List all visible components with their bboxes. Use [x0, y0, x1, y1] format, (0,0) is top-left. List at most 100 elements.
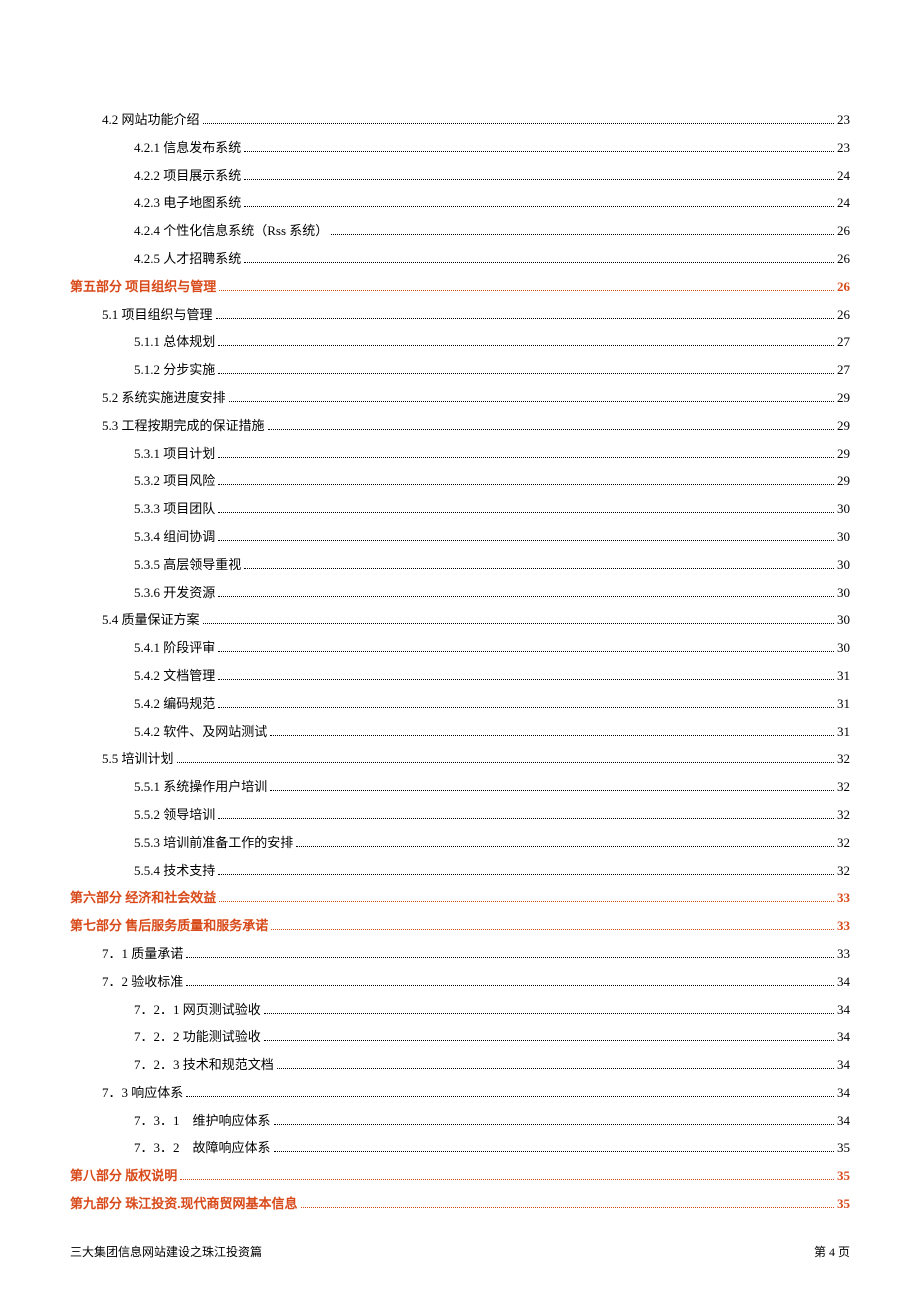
toc-label: 5.3.2 项目风险	[134, 471, 215, 492]
toc-label: 5.5.4 技术支持	[134, 861, 215, 882]
toc-leader-dots	[244, 198, 834, 207]
toc-entry[interactable]: 7．3 响应体系34	[70, 1083, 850, 1104]
toc-leader-dots	[218, 865, 834, 874]
toc-entry[interactable]: 7．1 质量承诺33	[70, 944, 850, 965]
toc-page-number: 33	[837, 888, 850, 909]
toc-leader-dots	[203, 115, 834, 124]
toc-label: 7．2．1 网页测试验收	[134, 1000, 261, 1021]
toc-label: 4.2.1 信息发布系统	[134, 138, 241, 159]
toc-entry[interactable]: 7．2．1 网页测试验收34	[70, 1000, 850, 1021]
toc-label: 5.1.1 总体规划	[134, 332, 215, 353]
toc-page-number: 32	[837, 777, 850, 798]
toc-entry[interactable]: 第九部分 珠江投资.现代商贸网基本信息35	[70, 1194, 850, 1215]
toc-label: 5.2 系统实施进度安排	[102, 388, 226, 409]
toc-entry[interactable]: 5.5.2 领导培训32	[70, 805, 850, 826]
toc-leader-dots	[244, 171, 834, 180]
toc-label: 7．3．2 故障响应体系	[134, 1138, 271, 1159]
toc-page-number: 30	[837, 610, 850, 631]
toc-entry[interactable]: 7．3．2 故障响应体系 35	[70, 1138, 850, 1159]
toc-label: 7．1 质量承诺	[102, 944, 183, 965]
toc-entry[interactable]: 第八部分 版权说明35	[70, 1166, 850, 1187]
toc-leader-dots	[219, 282, 834, 291]
toc-page-number: 31	[837, 666, 850, 687]
toc-entry[interactable]: 第七部分 售后服务质量和服务承诺 33	[70, 916, 850, 937]
toc-entry[interactable]: 5.3 工程按期完成的保证措施29	[70, 416, 850, 437]
toc-leader-dots	[277, 1060, 834, 1069]
toc-entry[interactable]: 5.5.3 培训前准备工作的安排32	[70, 833, 850, 854]
toc-entry[interactable]: 5.3.3 项目团队30	[70, 499, 850, 520]
toc-label: 5.3.4 组间协调	[134, 527, 215, 548]
toc-label: 5.4.2 文档管理	[134, 666, 215, 687]
toc-page-number: 34	[837, 1083, 850, 1104]
toc-leader-dots	[203, 615, 834, 624]
toc-entry[interactable]: 5.4.1 阶段评审30	[70, 638, 850, 659]
toc-entry[interactable]: 7．2 验收标准34	[70, 972, 850, 993]
toc-leader-dots	[331, 226, 834, 235]
toc-entry[interactable]: 5.2 系统实施进度安排 29	[70, 388, 850, 409]
toc-label: 第八部分 版权说明	[70, 1166, 177, 1187]
toc-entry[interactable]: 5.3.5 高层领导重视30	[70, 555, 850, 576]
toc-page-number: 32	[837, 861, 850, 882]
toc-leader-dots	[218, 587, 834, 596]
toc-page-number: 24	[837, 193, 850, 214]
toc-label: 5.4.2 软件、及网站测试	[134, 722, 267, 743]
toc-leader-dots	[264, 1004, 834, 1013]
toc-entry[interactable]: 4.2 网站功能介绍23	[70, 110, 850, 131]
table-of-contents: 4.2 网站功能介绍234.2.1 信息发布系统234.2.2 项目展示系统24…	[70, 110, 850, 1215]
toc-label: 4.2.3 电子地图系统	[134, 193, 241, 214]
toc-entry[interactable]: 第六部分 经济和社会效益33	[70, 888, 850, 909]
toc-page-number: 29	[837, 388, 850, 409]
toc-entry[interactable]: 5.1.2 分步实施27	[70, 360, 850, 381]
toc-leader-dots	[219, 893, 834, 902]
toc-page-number: 23	[837, 110, 850, 131]
toc-label: 5.5.2 领导培训	[134, 805, 215, 826]
toc-entry[interactable]: 5.4.2 文档管理 31	[70, 666, 850, 687]
toc-leader-dots	[301, 1199, 834, 1208]
toc-label: 第七部分 售后服务质量和服务承诺	[70, 916, 268, 937]
toc-page-number: 30	[837, 527, 850, 548]
toc-entry[interactable]: 5.3.1 项目计划29	[70, 444, 850, 465]
toc-leader-dots	[218, 699, 834, 708]
toc-leader-dots	[218, 337, 834, 346]
toc-entry[interactable]: 5.5 培训计划32	[70, 749, 850, 770]
toc-entry[interactable]: 4.2.2 项目展示系统24	[70, 166, 850, 187]
toc-leader-dots	[180, 1171, 834, 1180]
toc-label: 5.3.1 项目计划	[134, 444, 215, 465]
toc-entry[interactable]: 5.4 质量保证方案30	[70, 610, 850, 631]
toc-entry[interactable]: 5.5.1 系统操作用户培训 32	[70, 777, 850, 798]
toc-page-number: 27	[837, 332, 850, 353]
toc-label: 7．2．3 技术和规范文档	[134, 1055, 274, 1076]
toc-entry[interactable]: 5.1.1 总体规划 27	[70, 332, 850, 353]
toc-entry[interactable]: 4.2.1 信息发布系统23	[70, 138, 850, 159]
toc-entry[interactable]: 5.4.2 编码规范31	[70, 694, 850, 715]
toc-page-number: 35	[837, 1138, 850, 1159]
toc-label: 5.3 工程按期完成的保证措施	[102, 416, 265, 437]
toc-leader-dots	[274, 1116, 834, 1125]
toc-page-number: 30	[837, 583, 850, 604]
toc-leader-dots	[218, 448, 834, 457]
toc-entry[interactable]: 5.3.6 开发资源30	[70, 583, 850, 604]
toc-page-number: 31	[837, 722, 850, 743]
toc-entry[interactable]: 7．2．2 功能测试验收34	[70, 1027, 850, 1048]
toc-page-number: 30	[837, 638, 850, 659]
toc-entry[interactable]: 4.2.3 电子地图系统 24	[70, 193, 850, 214]
toc-entry[interactable]: 5.4.2 软件、及网站测试 31	[70, 722, 850, 743]
toc-label: 5.1.2 分步实施	[134, 360, 215, 381]
toc-label: 4.2.2 项目展示系统	[134, 166, 241, 187]
toc-entry[interactable]: 4.2.5 人才招聘系统26	[70, 249, 850, 270]
toc-page-number: 33	[837, 916, 850, 937]
toc-leader-dots	[264, 1032, 834, 1041]
footer-right: 第 4 页	[814, 1243, 850, 1260]
toc-label: 5.5.1 系统操作用户培训	[134, 777, 267, 798]
toc-label: 4.2.4 个性化信息系统（Rss 系统）	[134, 221, 328, 242]
footer-left: 三大集团信息网站建设之珠江投资篇	[70, 1243, 262, 1260]
toc-entry[interactable]: 第五部分 项目组织与管理26	[70, 277, 850, 298]
toc-entry[interactable]: 5.5.4 技术支持 32	[70, 861, 850, 882]
toc-entry[interactable]: 4.2.4 个性化信息系统（Rss 系统）26	[70, 221, 850, 242]
toc-entry[interactable]: 5.3.4 组间协调 30	[70, 527, 850, 548]
page-footer: 三大集团信息网站建设之珠江投资篇 第 4 页	[70, 1243, 850, 1260]
toc-entry[interactable]: 5.1 项目组织与管理26	[70, 305, 850, 326]
toc-entry[interactable]: 7．2．3 技术和规范文档34	[70, 1055, 850, 1076]
toc-entry[interactable]: 5.3.2 项目风险29	[70, 471, 850, 492]
toc-entry[interactable]: 7．3．1 维护响应体系34	[70, 1111, 850, 1132]
